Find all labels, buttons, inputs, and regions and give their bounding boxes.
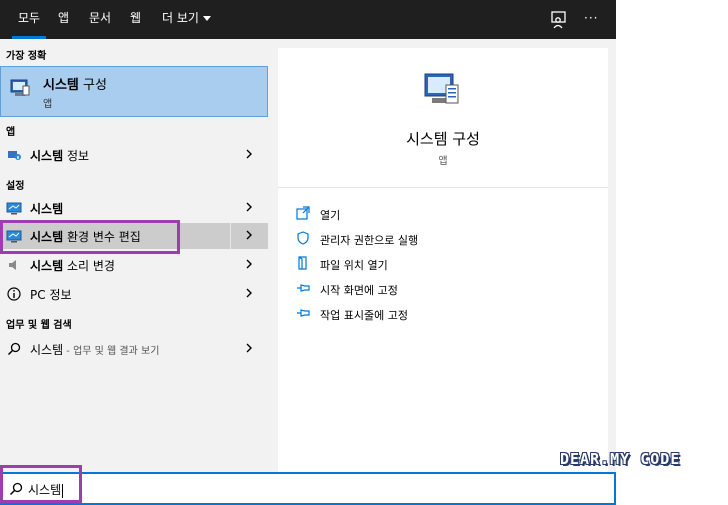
feedback-icon[interactable] [548, 9, 570, 31]
preview-pane: 시스템 구성 앱 열기 관리자 권한으로 실행 파일 위치 열기 시작 화면에 … [278, 48, 608, 472]
tab-documents[interactable]: 문서 [89, 0, 111, 39]
list-item-web-search[interactable]: 시스템 - 업무 및 웹 결과 보기 [0, 336, 268, 362]
action-pin-to-taskbar[interactable]: 작업 표시줄에 고정 [296, 304, 596, 324]
chevron-right-icon[interactable] [242, 256, 256, 272]
shield-icon [297, 231, 309, 245]
best-match-subtitle: 앱 [43, 99, 53, 110]
chevron-right-icon[interactable] [242, 199, 256, 215]
tab-all[interactable]: 모두 [11, 0, 47, 39]
list-item-system[interactable]: 시스템 [0, 195, 268, 221]
more-options-button[interactable]: ··· [584, 0, 598, 39]
list-item-label: 시스템 정보 [30, 149, 90, 163]
search-tab-bar: 모두 앱 문서 웹 더 보기 ··· [0, 0, 616, 39]
action-pin-to-start[interactable]: 시작 화면에 고정 [296, 279, 596, 299]
section-web-search: 업무 및 웹 검색 [6, 320, 72, 331]
pin-icon [297, 284, 310, 292]
list-item-label: 시스템 소리 변경 [30, 259, 115, 273]
tab-apps[interactable]: 앱 [58, 0, 69, 39]
chevron-right-icon[interactable] [242, 146, 256, 162]
section-best-match: 가장 정확 [6, 51, 47, 62]
file-location-icon [298, 256, 307, 270]
divider [278, 187, 608, 188]
section-apps: 앱 [6, 127, 16, 138]
action-label: 작업 표시줄에 고정 [320, 309, 408, 322]
system-config-icon [424, 73, 459, 104]
action-label: 시작 화면에 고정 [320, 284, 398, 297]
action-run-as-admin[interactable]: 관리자 권한으로 실행 [296, 229, 596, 249]
list-item-label: 시스템 환경 변수 편집 [30, 230, 141, 244]
list-item-label: PC 정보 [30, 288, 72, 302]
speaker-icon [9, 260, 16, 270]
list-item-pc-info[interactable]: PC 정보 [0, 281, 268, 307]
action-label: 관리자 권한으로 실행 [320, 234, 419, 247]
best-match-title: 시스템 구성 [43, 78, 107, 93]
chevron-right-icon[interactable] [242, 227, 256, 243]
system-config-icon [10, 79, 30, 96]
tab-more-label: 더 보기 [162, 11, 199, 25]
info-icon [7, 287, 21, 301]
action-open[interactable]: 열기 [296, 204, 596, 224]
list-item-edit-env-vars[interactable]: 시스템 환경 변수 편집 [0, 223, 268, 249]
list-item-change-sound[interactable]: 시스템 소리 변경 [0, 252, 268, 278]
search-query: 시스템 [28, 483, 64, 498]
system-info-icon [8, 151, 21, 160]
search-icon [9, 482, 23, 496]
tab-more[interactable]: 더 보기 [162, 0, 211, 39]
list-item-label: 시스템 [30, 202, 64, 216]
pin-icon [297, 309, 310, 317]
search-icon [7, 342, 21, 356]
watermark: DEAR.MY CODE [560, 450, 681, 468]
action-label: 열기 [320, 209, 341, 222]
divider [230, 223, 231, 249]
search-input[interactable]: 시스템 [0, 472, 616, 505]
monitor-icon [6, 230, 22, 243]
preview-subtitle: 앱 [438, 156, 448, 167]
list-item-system-info[interactable]: 시스템 정보 [0, 142, 268, 168]
search-panel: 모두 앱 문서 웹 더 보기 ··· 가장 정확 시스템 구성 앱 앱 시스템 … [0, 0, 616, 505]
action-label: 파일 위치 열기 [320, 259, 388, 272]
tab-web[interactable]: 웹 [130, 0, 141, 39]
section-settings: 설정 [6, 181, 25, 192]
open-icon [296, 206, 310, 220]
list-item-label: 시스템 - 업무 및 웹 결과 보기 [30, 343, 160, 357]
chevron-right-icon[interactable] [242, 285, 256, 301]
monitor-icon [6, 202, 22, 215]
action-open-file-location[interactable]: 파일 위치 열기 [296, 254, 596, 274]
text-cursor [62, 483, 64, 498]
best-match-item[interactable]: 시스템 구성 앱 [0, 66, 268, 117]
chevron-down-icon [202, 16, 211, 21]
preview-title: 시스템 구성 [406, 130, 480, 148]
chevron-right-icon[interactable] [242, 340, 256, 356]
